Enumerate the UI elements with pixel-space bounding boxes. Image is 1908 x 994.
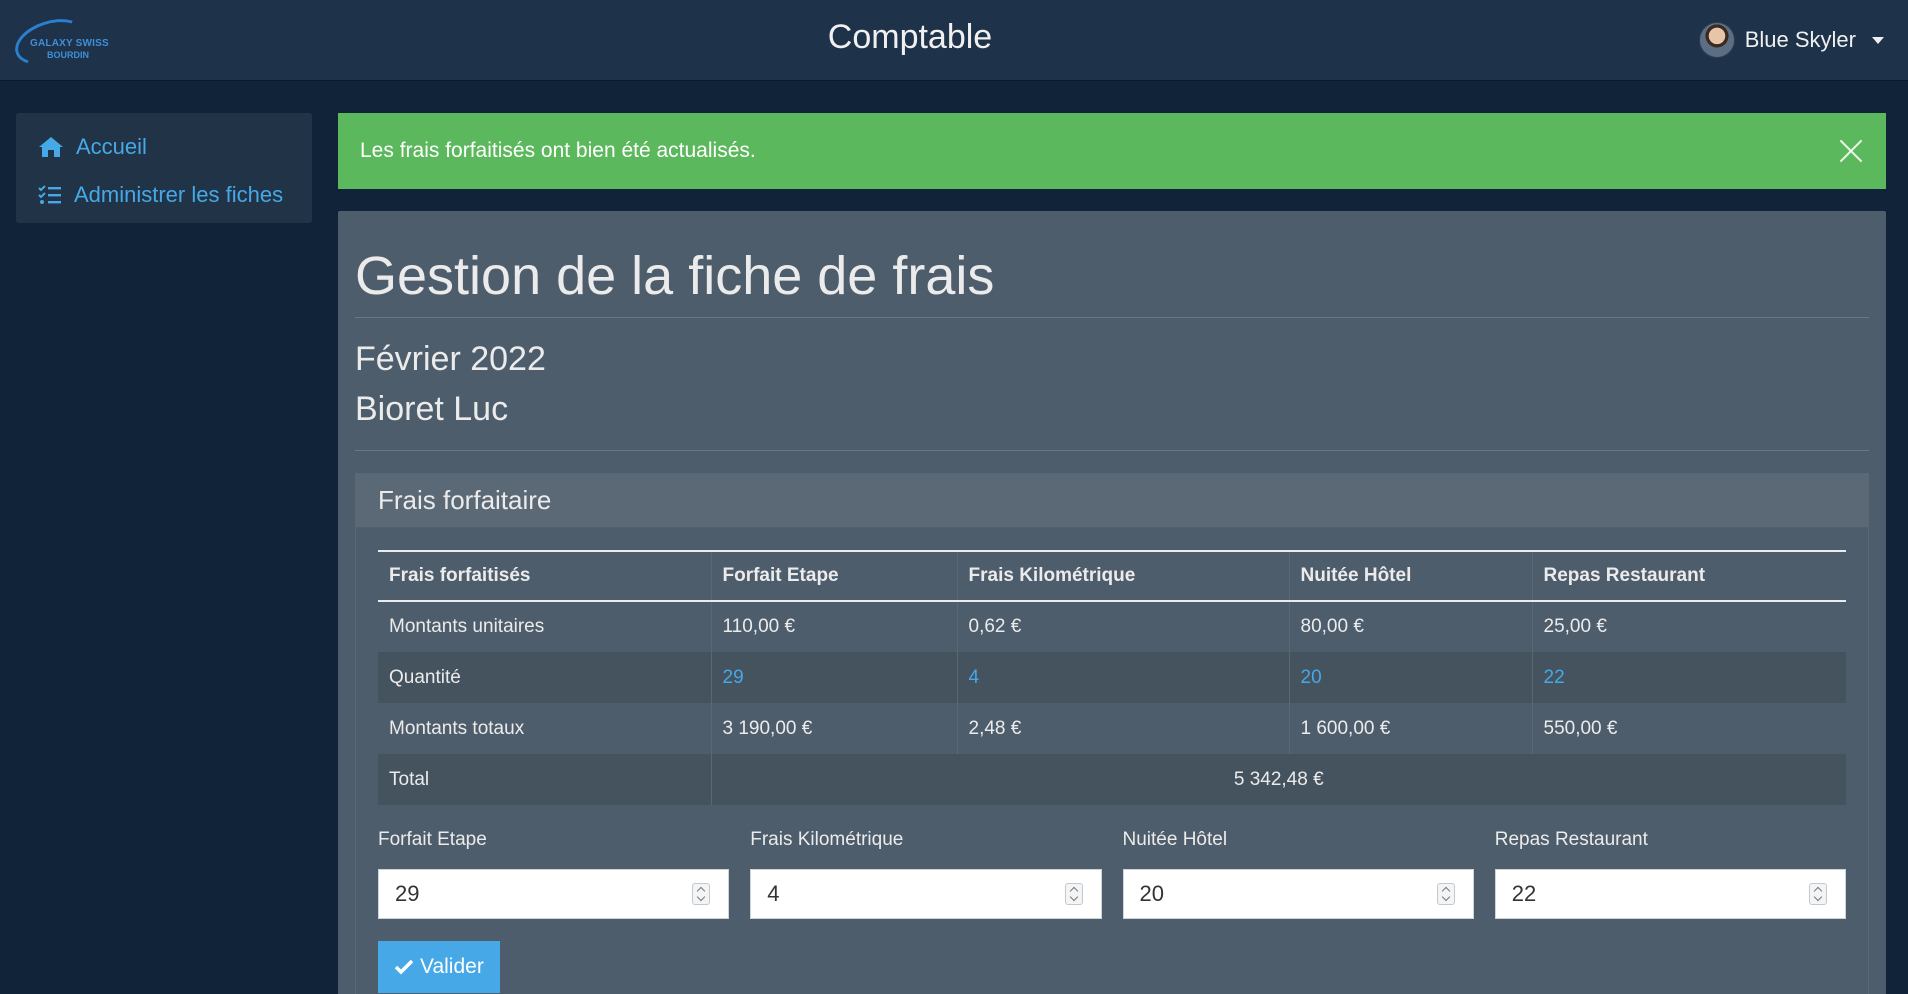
sidebar-item-label: Administrer les fiches — [74, 182, 284, 207]
quantity-cell: 20 — [1288, 652, 1532, 703]
column-header: Frais forfaitisés — [389, 565, 531, 586]
table-header-row: Frais forfaitisés Forfait Etape Frais Ki… — [378, 551, 1846, 601]
field-label: Forfait Etape — [378, 829, 487, 850]
close-icon[interactable] — [1838, 138, 1864, 164]
total-value: 5 342,48 € — [710, 754, 1846, 805]
user-name: Blue Skyler — [1744, 27, 1856, 52]
number-stepper-icon[interactable] — [1064, 883, 1083, 905]
field-label: Repas Restaurant — [1494, 829, 1648, 850]
top-navbar: GALAXY SWISS BOURDIN Comptable Blue Skyl… — [0, 0, 1908, 81]
field-forfait-etape: Forfait Etape — [378, 829, 730, 919]
success-alert: Les frais forfaitisés ont bien été actua… — [338, 113, 1886, 189]
field-label: Frais Kilométrique — [750, 829, 904, 850]
quantity-cell: 4 — [956, 652, 1289, 703]
field-repas-restaurant: Repas Restaurant — [1494, 829, 1846, 919]
main-panel: Gestion de la fiche de frais Février 202… — [338, 211, 1886, 994]
table-row: Montants unitaires 110,00 € 0,62 € 80,00… — [378, 601, 1846, 652]
column-header: Forfait Etape — [710, 551, 957, 601]
card-title: Frais forfaitaire — [356, 474, 1868, 528]
forfait-etape-input[interactable] — [379, 870, 729, 918]
app-title: Comptable — [827, 18, 993, 56]
table-cell: Montants unitaires — [389, 616, 545, 637]
list-check-icon — [38, 185, 61, 204]
user-menu[interactable]: Blue Skyler — [1698, 22, 1884, 58]
frais-kilometrique-input[interactable] — [751, 870, 1101, 918]
table-cell: 80,00 € — [1288, 601, 1532, 652]
number-stepper-icon[interactable] — [692, 883, 711, 905]
field-label: Nuitée Hôtel — [1122, 829, 1228, 850]
frais-table: Frais forfaitisés Forfait Etape Frais Ki… — [378, 550, 1846, 805]
column-header: Nuitée Hôtel — [1288, 551, 1532, 601]
column-header: Repas Restaurant — [1531, 551, 1846, 601]
sidebar-item-administrer[interactable]: Administrer les fiches — [16, 171, 312, 219]
table-row: Montants totaux 3 190,00 € 2,48 € 1 600,… — [378, 703, 1846, 754]
page-title: Gestion de la fiche de frais — [355, 246, 995, 306]
avatar — [1698, 22, 1735, 58]
valider-label: Valider — [420, 955, 484, 978]
quantity-cell: 29 — [710, 652, 957, 703]
divider — [355, 317, 1869, 318]
sidebar-item-accueil[interactable]: Accueil — [16, 123, 312, 171]
sidebar-item-label: Accueil — [76, 134, 147, 159]
table-cell: 2,48 € — [956, 703, 1289, 754]
sidebar: Accueil Administrer les fiches — [16, 113, 312, 223]
alert-message: Les frais forfaitisés ont bien été actua… — [360, 139, 756, 162]
quantity-form: Forfait Etape Frais Kilométrique Nuitée … — [378, 829, 1846, 919]
divider — [355, 450, 1869, 451]
month-label: Février 2022 — [355, 340, 546, 378]
total-label: Total — [389, 768, 430, 790]
quantity-cell: 22 — [1531, 652, 1846, 703]
table-row: Quantité 29 4 20 22 — [378, 652, 1846, 703]
table-cell: 1 600,00 € — [1288, 703, 1532, 754]
table-cell: 0,62 € — [956, 601, 1289, 652]
frais-forfait-card: Frais forfaitaire Frais forfaitisés Forf… — [355, 473, 1869, 994]
table-cell: 110,00 € — [710, 601, 957, 652]
column-header: Frais Kilométrique — [956, 551, 1289, 601]
number-stepper-icon[interactable] — [1436, 883, 1455, 905]
repas-restaurant-input[interactable] — [1495, 870, 1845, 918]
table-cell: Quantité — [389, 666, 461, 688]
table-cell: 3 190,00 € — [710, 703, 957, 754]
field-nuitee-hotel: Nuitée Hôtel — [1122, 829, 1474, 919]
table-cell: Montants totaux — [389, 717, 525, 739]
total-row: Total 5 342,48 € — [378, 754, 1846, 805]
home-icon — [39, 137, 63, 157]
number-stepper-icon[interactable] — [1809, 883, 1827, 905]
caret-down-icon — [1872, 36, 1884, 44]
table-cell: 25,00 € — [1531, 601, 1846, 652]
visitor-name: Bioret Luc — [355, 390, 509, 428]
field-frais-kilometrique: Frais Kilométrique — [750, 829, 1102, 919]
valider-button[interactable]: Valider — [378, 941, 500, 993]
check-icon — [394, 959, 414, 975]
nuitee-hotel-input[interactable] — [1123, 870, 1473, 918]
table-cell: 550,00 € — [1531, 703, 1846, 754]
